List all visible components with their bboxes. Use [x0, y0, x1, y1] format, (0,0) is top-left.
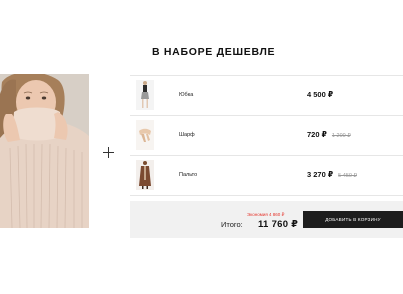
- scarf-thumbnail[interactable]: [136, 120, 154, 150]
- item-old-price: 1 200 ₽: [331, 133, 351, 139]
- model-photo: [0, 74, 89, 228]
- total-value: 11 760 ₽: [258, 219, 299, 230]
- plus-icon: [103, 147, 115, 159]
- bundle-summary: Экономия 4 860 ₽ Итого: 11 760 ₽ ДОБАВИТ…: [130, 201, 403, 238]
- item-price: 720 ₽ 1 200 ₽: [307, 130, 351, 139]
- item-price: 4 500 ₽: [307, 90, 334, 99]
- add-to-cart-button[interactable]: ДОБАВИТЬ В КОРЗИНУ: [303, 211, 403, 228]
- item-name[interactable]: Юбка: [179, 92, 193, 98]
- bundle-item-skirt[interactable]: Юбка 4 500 ₽: [130, 76, 403, 114]
- bundle-item-scarf[interactable]: Шарф 720 ₽ 1 200 ₽: [130, 116, 403, 154]
- skirt-thumbnail[interactable]: [136, 80, 154, 110]
- saving-text: Экономия 4 860 ₽: [247, 212, 285, 217]
- total-label: Итого:: [221, 220, 243, 229]
- item-old-price: 5 450 ₽: [338, 173, 357, 179]
- page-title: В НАБОРЕ ДЕШЕВЛЕ: [152, 46, 276, 58]
- item-name[interactable]: Шарф: [179, 132, 195, 138]
- item-name[interactable]: Пальто: [179, 172, 197, 178]
- item-price: 3 270 ₽ 5 450 ₽: [307, 170, 357, 179]
- divider: [130, 195, 403, 196]
- coat-thumbnail[interactable]: [136, 160, 154, 190]
- bundle-item-coat[interactable]: Пальто 3 270 ₽ 5 450 ₽: [130, 156, 403, 194]
